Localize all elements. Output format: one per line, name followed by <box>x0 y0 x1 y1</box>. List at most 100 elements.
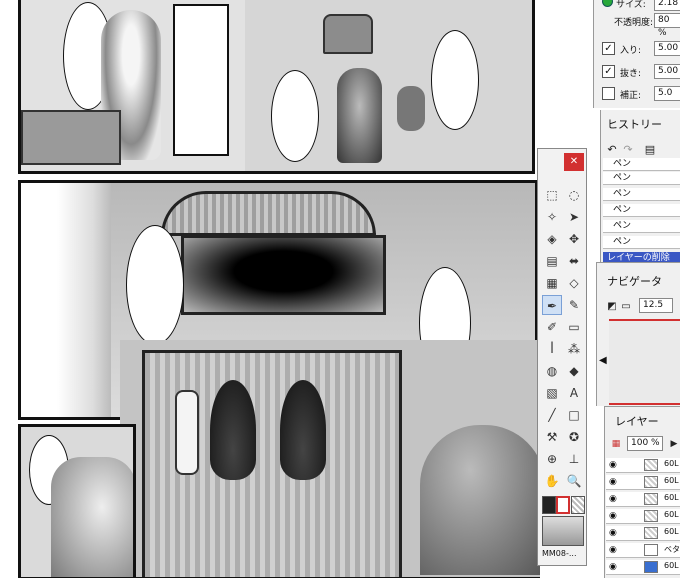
view-icon[interactable]: ▭ <box>617 297 635 315</box>
dropper-icon[interactable]: ✪ <box>564 427 584 447</box>
layer-color-icon[interactable]: ▦ <box>607 435 625 453</box>
pen-icon[interactable]: ✒ <box>542 295 562 315</box>
taper-in-field[interactable]: 5.00 <box>654 41 680 56</box>
layer-row[interactable]: ◉ 60L <box>606 509 680 524</box>
layer-move-icon[interactable]: ◈ <box>542 229 562 249</box>
speech-rect-bubble <box>173 4 229 156</box>
potion-bottle-right <box>280 380 326 480</box>
stamp-icon[interactable]: ⚒ <box>542 427 562 447</box>
layer-opacity-arrow-icon[interactable]: ▶ <box>665 435 680 453</box>
layer-row[interactable]: ◉ 60L <box>606 492 680 507</box>
size-label: サイズ: <box>616 0 646 10</box>
taper-out-field[interactable]: 5.00 <box>654 64 680 79</box>
color-swatch-transparent[interactable] <box>571 496 585 514</box>
zoom-icon[interactable]: 🔍 <box>564 471 584 491</box>
line-icon[interactable]: ╱ <box>542 405 562 425</box>
speech-bubble <box>431 30 479 130</box>
layer-opacity-field[interactable]: 100 % <box>627 436 663 451</box>
eye-icon[interactable]: ◉ <box>609 477 621 487</box>
opacity-field[interactable]: 80 % <box>654 13 680 38</box>
eye-icon[interactable]: ◉ <box>609 562 621 572</box>
opacity-label: 不透明度: <box>614 18 654 28</box>
list-item[interactable]: ペン <box>603 158 680 171</box>
3d-icon[interactable]: ◇ <box>564 273 584 293</box>
color-swatch-white[interactable] <box>556 496 570 514</box>
list-item[interactable]: ペン <box>603 188 680 201</box>
tone-preview[interactable] <box>542 516 584 546</box>
layer-thumb <box>644 493 658 505</box>
spray-icon[interactable]: ⁂ <box>564 339 584 359</box>
layer-row[interactable]: ◉ ベタ <box>606 543 680 558</box>
pencil-icon[interactable]: ✎ <box>564 295 584 315</box>
correction-checkbox[interactable] <box>602 87 615 100</box>
lasso-icon[interactable]: ◌ <box>564 185 584 205</box>
ruler-icon[interactable]: ⊥ <box>564 449 584 469</box>
navigator-preview <box>609 319 680 405</box>
color-swatch-black[interactable] <box>542 496 556 514</box>
layer-row[interactable]: ◉ 60L <box>606 475 680 490</box>
list-item[interactable]: ペン <box>603 204 680 217</box>
tone-name-label: MM08-... <box>542 549 577 558</box>
taper-out-checkbox[interactable]: ✓ <box>602 65 615 78</box>
history-panel: ヒストリー ↶ ↷ ▤ ペン ペン ペン ペン ペン ペン レイヤーの削除 <box>600 110 680 265</box>
list-item[interactable]: ペン <box>603 220 680 233</box>
text-icon[interactable]: A <box>564 383 584 403</box>
brush-icon[interactable]: ꟾ <box>542 339 562 359</box>
potion-bottle-left <box>210 380 256 480</box>
pointer-icon[interactable]: ➤ <box>564 207 584 227</box>
redo-icon[interactable]: ↷ <box>619 140 637 158</box>
eye-icon[interactable]: ◉ <box>609 511 621 521</box>
eye-icon[interactable]: ◉ <box>609 494 621 504</box>
move-icon[interactable]: ✥ <box>564 229 584 249</box>
layer-row[interactable]: ◉ 60L <box>606 560 680 575</box>
layer-row[interactable]: ◉ 60L <box>606 526 680 541</box>
chest-lid <box>161 191 376 236</box>
layer-name: 60L <box>664 510 679 519</box>
goblin-head <box>420 425 540 575</box>
hair-left <box>21 183 111 417</box>
eye-icon[interactable]: ◉ <box>609 545 621 555</box>
toolbox-close-button[interactable]: ✕ <box>564 153 584 171</box>
layer-thumb <box>644 459 658 471</box>
panel-bottom-chest <box>120 340 540 578</box>
magic-wand-icon[interactable]: ✧ <box>542 207 562 227</box>
layer-thumb <box>644 476 658 488</box>
chest-interior <box>181 235 386 315</box>
layer-thumb <box>644 527 658 539</box>
zoom-field[interactable]: 12.5 <box>639 298 673 313</box>
scroll <box>175 390 199 475</box>
gradient-icon[interactable]: ▧ <box>542 383 562 403</box>
taper-in-checkbox[interactable]: ✓ <box>602 42 615 55</box>
figure-icon[interactable]: ⊕ <box>542 449 562 469</box>
figure-warrior <box>337 68 382 163</box>
marker-icon[interactable]: ✐ <box>542 317 562 337</box>
marquee-icon[interactable]: ⬚ <box>542 185 562 205</box>
nav-left-arrow-icon[interactable]: ◀ <box>599 355 607 366</box>
hand-icon[interactable]: ✋ <box>542 471 562 491</box>
rotate-icon[interactable]: ⬌ <box>564 251 584 271</box>
grid-icon[interactable]: ▦ <box>542 273 562 293</box>
layer-title: レイヤー <box>615 415 659 428</box>
panel-bottom-left <box>18 424 136 578</box>
fill-bucket-icon[interactable]: ◆ <box>564 361 584 381</box>
history-list-icon[interactable]: ▤ <box>641 140 659 158</box>
eye-icon[interactable]: ◉ <box>609 460 621 470</box>
taper-out-label: 抜き: <box>620 69 642 79</box>
fill-icon[interactable]: ◍ <box>542 361 562 381</box>
list-item[interactable]: ペン <box>603 236 680 249</box>
eye-icon[interactable]: ◉ <box>609 528 621 538</box>
shape-icon[interactable]: □ <box>564 405 584 425</box>
toolbox-titlebar[interactable]: ✕ <box>538 149 586 177</box>
status-dot-icon <box>602 0 613 7</box>
manga-canvas[interactable] <box>0 0 540 578</box>
size-field[interactable]: 2.18 <box>654 0 680 11</box>
layer-name: 60L <box>664 476 679 485</box>
layer-row[interactable]: ◉ 60L <box>606 458 680 473</box>
eraser-icon[interactable]: ▭ <box>564 317 584 337</box>
layer-thumb <box>644 561 658 573</box>
correction-field[interactable]: 5.0 <box>654 86 680 101</box>
layer-name: ベタ <box>664 545 680 554</box>
tone-icon[interactable]: ▤ <box>542 251 562 271</box>
list-item[interactable]: ペン <box>603 172 680 185</box>
layer-thumb <box>644 510 658 522</box>
